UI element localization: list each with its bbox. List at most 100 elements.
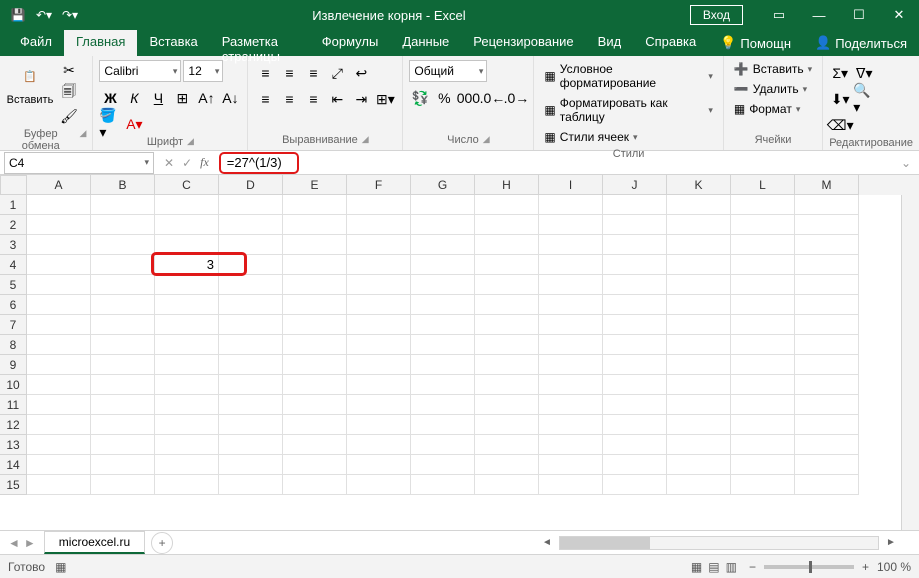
expand-formula-icon[interactable]: ⌄ — [893, 156, 919, 170]
autosum-icon[interactable]: Σ▾ — [829, 63, 851, 83]
save-icon[interactable]: 💾 — [8, 5, 28, 25]
find-icon[interactable]: 🔍▾ — [853, 89, 875, 109]
orientation-icon[interactable]: ⤢ — [326, 63, 348, 83]
cell[interactable] — [411, 215, 475, 235]
column-header[interactable]: K — [667, 175, 731, 195]
cell[interactable] — [603, 275, 667, 295]
redo-icon[interactable]: ↷▾ — [60, 5, 80, 25]
zoom-level[interactable]: 100 % — [877, 560, 911, 574]
cell[interactable] — [283, 435, 347, 455]
decrease-font-icon[interactable]: A↓ — [219, 88, 241, 108]
cell[interactable] — [795, 395, 859, 415]
cell[interactable] — [603, 475, 667, 495]
cell[interactable] — [475, 375, 539, 395]
cell[interactable] — [347, 275, 411, 295]
cell[interactable] — [795, 435, 859, 455]
cell[interactable] — [219, 395, 283, 415]
cell[interactable] — [283, 255, 347, 275]
font-size-selector[interactable]: 12 — [183, 60, 223, 82]
cell[interactable] — [347, 255, 411, 275]
cell[interactable] — [91, 455, 155, 475]
column-header[interactable]: J — [603, 175, 667, 195]
cell[interactable] — [795, 315, 859, 335]
cell[interactable] — [283, 475, 347, 495]
cell[interactable] — [219, 375, 283, 395]
cell[interactable] — [731, 335, 795, 355]
cell[interactable] — [347, 395, 411, 415]
cell[interactable] — [411, 295, 475, 315]
cell[interactable] — [731, 355, 795, 375]
cell[interactable] — [411, 475, 475, 495]
cell[interactable] — [283, 295, 347, 315]
select-all-corner[interactable] — [0, 175, 27, 195]
column-header[interactable]: M — [795, 175, 859, 195]
tab-formulas[interactable]: Формулы — [310, 30, 391, 56]
cell[interactable] — [539, 275, 603, 295]
cell[interactable] — [411, 195, 475, 215]
cell[interactable] — [667, 235, 731, 255]
cell[interactable] — [539, 375, 603, 395]
cell[interactable] — [795, 415, 859, 435]
name-box[interactable]: C4 — [4, 152, 154, 174]
cell[interactable] — [603, 255, 667, 275]
cell[interactable] — [283, 375, 347, 395]
cell[interactable] — [155, 195, 219, 215]
tab-review[interactable]: Рецензирование — [461, 30, 585, 56]
cell[interactable] — [731, 395, 795, 415]
cell[interactable] — [475, 395, 539, 415]
cell[interactable] — [283, 195, 347, 215]
cell[interactable] — [283, 235, 347, 255]
share-button[interactable]: 👤 Поделиться — [803, 30, 919, 56]
cell[interactable] — [219, 415, 283, 435]
cell[interactable] — [219, 455, 283, 475]
horizontal-scrollbar[interactable] — [559, 536, 879, 550]
decrease-decimal-icon[interactable]: .0→ — [505, 88, 527, 108]
row-header[interactable]: 8 — [0, 335, 27, 355]
vertical-scrollbar[interactable] — [901, 195, 919, 530]
cell[interactable] — [539, 455, 603, 475]
cell[interactable] — [603, 355, 667, 375]
cell[interactable] — [283, 355, 347, 375]
cell[interactable] — [795, 455, 859, 475]
cell[interactable] — [219, 235, 283, 255]
cell[interactable] — [27, 455, 91, 475]
italic-button[interactable]: К — [123, 88, 145, 108]
clear-icon[interactable]: ⌫▾ — [829, 115, 851, 135]
cell[interactable] — [731, 375, 795, 395]
align-right-icon[interactable]: ≡ — [302, 89, 324, 109]
increase-decimal-icon[interactable]: .0← — [481, 88, 503, 108]
cell[interactable] — [539, 195, 603, 215]
cell[interactable] — [155, 375, 219, 395]
cell[interactable] — [91, 195, 155, 215]
cell[interactable] — [91, 215, 155, 235]
row-header[interactable]: 6 — [0, 295, 27, 315]
cell[interactable] — [731, 435, 795, 455]
cell[interactable] — [795, 275, 859, 295]
sheet-tab[interactable]: microexcel.ru — [44, 531, 145, 554]
cell[interactable] — [347, 475, 411, 495]
cell[interactable] — [283, 215, 347, 235]
cell[interactable] — [283, 395, 347, 415]
cell[interactable] — [219, 335, 283, 355]
cell[interactable] — [219, 355, 283, 375]
cell[interactable] — [91, 275, 155, 295]
cell[interactable] — [603, 295, 667, 315]
cell[interactable] — [731, 455, 795, 475]
cell[interactable] — [155, 295, 219, 315]
cell[interactable] — [667, 455, 731, 475]
column-header[interactable]: E — [283, 175, 347, 195]
row-header[interactable]: 13 — [0, 435, 27, 455]
column-header[interactable]: A — [27, 175, 91, 195]
cell[interactable] — [731, 275, 795, 295]
cell[interactable] — [667, 355, 731, 375]
cell[interactable] — [795, 215, 859, 235]
percent-icon[interactable]: % — [433, 88, 455, 108]
normal-view-icon[interactable]: ▦ — [691, 560, 702, 574]
cell[interactable] — [475, 475, 539, 495]
cell[interactable] — [27, 355, 91, 375]
cell[interactable] — [347, 375, 411, 395]
increase-indent-icon[interactable]: ⇥ — [350, 89, 372, 109]
cell[interactable] — [411, 435, 475, 455]
cell[interactable] — [539, 255, 603, 275]
cell[interactable] — [667, 395, 731, 415]
